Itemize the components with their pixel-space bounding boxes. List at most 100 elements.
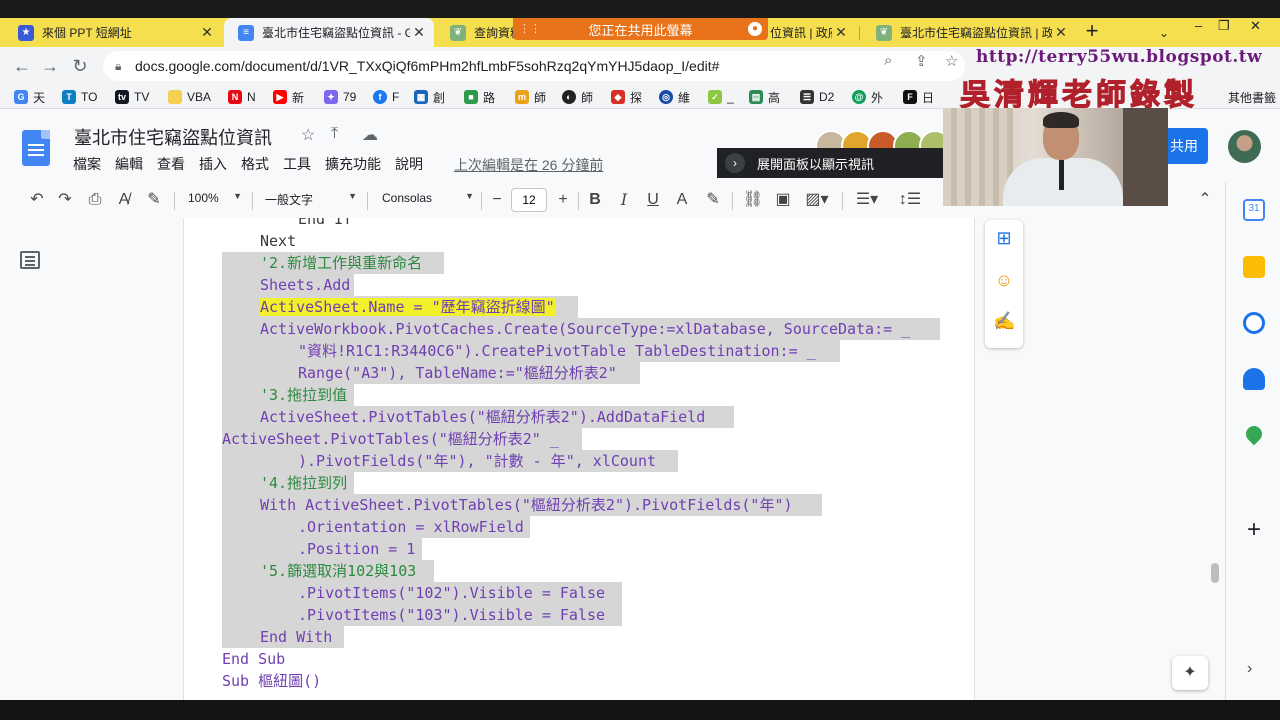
bold-icon[interactable]: B bbox=[585, 190, 605, 210]
code-line: .Orientation = xlRowField bbox=[222, 516, 530, 538]
menu-extensions[interactable]: 擴充功能 bbox=[325, 154, 381, 174]
bookmark-item[interactable]: ▦ 創 bbox=[414, 88, 445, 106]
contacts-icon[interactable] bbox=[1243, 368, 1265, 390]
cloud-status-icon[interactable]: ☁ bbox=[362, 125, 378, 145]
code-line: "資料!R1C1:R3440C6").CreatePivotTable Tabl… bbox=[222, 340, 840, 362]
font-select[interactable]: Consolas ▼ bbox=[382, 191, 474, 205]
maximize-icon[interactable]: ❐ bbox=[1218, 18, 1230, 34]
print-icon[interactable]: ⎙ bbox=[85, 190, 105, 210]
star-icon[interactable]: ☆ bbox=[301, 125, 315, 145]
stop-share-icon[interactable]: ● bbox=[748, 22, 762, 36]
get-addons-icon[interactable]: + bbox=[1243, 516, 1265, 544]
share-page-icon[interactable]: ⇪ bbox=[915, 52, 928, 70]
insert-image-icon[interactable]: ▨▾ bbox=[800, 190, 834, 210]
minimize-icon[interactable]: – bbox=[1195, 18, 1202, 33]
add-comment-icon[interactable]: ⊞ bbox=[993, 227, 1015, 249]
bookmark-item[interactable]: fF bbox=[373, 88, 399, 106]
text-color-icon[interactable]: A bbox=[672, 190, 692, 210]
menu-insert[interactable]: 插入 bbox=[199, 154, 227, 174]
document-outline-icon[interactable] bbox=[20, 251, 40, 269]
bookmark-item[interactable]: ■ 路 bbox=[464, 88, 495, 106]
underline-icon[interactable]: U bbox=[643, 190, 663, 210]
menu-tools[interactable]: 工具 bbox=[283, 154, 311, 174]
decrease-font-size-button[interactable]: − bbox=[487, 190, 507, 210]
chevron-right-icon[interactable]: › bbox=[725, 153, 745, 173]
emoji-reaction-icon[interactable]: ☺ bbox=[993, 269, 1015, 291]
forward-icon[interactable]: → bbox=[39, 55, 61, 77]
expand-panel-tooltip[interactable]: › 展開面板以顯示視訊 bbox=[717, 148, 957, 178]
drag-handle-icon[interactable]: ⋮⋮ bbox=[519, 22, 541, 35]
suggest-edits-icon[interactable]: ✍ bbox=[993, 310, 1015, 332]
menu-view[interactable]: 查看 bbox=[157, 154, 185, 174]
user-avatar[interactable] bbox=[1228, 130, 1261, 163]
bookmark-item[interactable]: ◐ 師 bbox=[562, 88, 593, 106]
bookmark-item[interactable]: m師 bbox=[515, 88, 546, 106]
netflix-icon: N bbox=[228, 90, 242, 104]
bookmark-item[interactable]: ◆ 探 bbox=[611, 88, 642, 106]
comment-icon[interactable]: ▣ bbox=[772, 190, 794, 210]
tab-gov-data-1[interactable]: 位資訊 | 政府 ✕ bbox=[768, 18, 856, 47]
close-icon[interactable]: ✕ bbox=[1052, 24, 1070, 41]
menu-file[interactable]: 檔案 bbox=[73, 154, 101, 174]
menu-help[interactable]: 說明 bbox=[395, 154, 423, 174]
increase-font-size-button[interactable]: + bbox=[553, 190, 573, 210]
other-bookmarks[interactable]: 其他書籤 bbox=[1228, 88, 1276, 106]
tab-query-data[interactable]: ❦ 查詢資料 bbox=[436, 18, 516, 47]
bookmark-item[interactable]: T TO bbox=[62, 88, 97, 106]
paint-format-icon[interactable]: ✎ bbox=[144, 190, 164, 210]
bookmark-item[interactable]: NN bbox=[228, 88, 256, 106]
bookmark-item[interactable]: @ 外 bbox=[852, 88, 883, 106]
explore-icon[interactable]: ✦ bbox=[1172, 656, 1208, 690]
align-icon[interactable]: ☰▾ bbox=[850, 190, 884, 210]
move-folder-icon[interactable]: ⤒ bbox=[331, 125, 338, 143]
screen-share-notice[interactable]: ⋮⋮ 您正在共用此螢幕 ● bbox=[513, 18, 768, 40]
bookmark-item[interactable]: ☰ D2 bbox=[800, 88, 834, 106]
document-page[interactable]: End If Next '2.新增工作與重新命名 Sheets.Add Acti… bbox=[183, 218, 975, 700]
hide-menus-chevron-up-icon[interactable]: ⌃ bbox=[1195, 190, 1215, 210]
bookmark-item[interactable]: G天 bbox=[14, 88, 45, 106]
bookmark-item[interactable]: ▤ 高 bbox=[749, 88, 780, 106]
last-edit-link[interactable]: 上次編輯是在 26 分鐘前 bbox=[454, 155, 603, 175]
zoom-select[interactable]: 100% ▼ bbox=[188, 191, 242, 205]
italic-icon[interactable]: I bbox=[614, 190, 634, 210]
redo-icon[interactable]: ↷ bbox=[55, 190, 75, 210]
new-tab-button[interactable]: + bbox=[1080, 20, 1104, 44]
font-size-input[interactable]: 12 bbox=[511, 188, 547, 212]
undo-icon[interactable]: ↶ bbox=[27, 190, 47, 210]
menu-edit[interactable]: 編輯 bbox=[115, 154, 143, 174]
tab-search-icon[interactable]: ⌄ bbox=[1152, 22, 1176, 44]
back-icon[interactable]: ← bbox=[11, 55, 33, 77]
highlight-color-icon[interactable]: ✎ bbox=[703, 190, 723, 210]
bookmark-item[interactable]: F日 bbox=[903, 88, 934, 106]
document-title[interactable]: 臺北市住宅竊盜點位資訊 bbox=[74, 124, 272, 150]
tab-ppt-shorturl[interactable]: ★ 來個 PPT 短網址 ✕ bbox=[4, 18, 222, 47]
bookmark-item[interactable]: tv TV bbox=[115, 88, 149, 106]
link-icon[interactable]: ⛓ bbox=[742, 190, 764, 210]
maps-icon[interactable] bbox=[1242, 422, 1266, 446]
menu-format[interactable]: 格式 bbox=[241, 154, 269, 174]
close-icon[interactable]: ✕ bbox=[832, 24, 850, 41]
bookmark-item[interactable]: ◎ 維 bbox=[659, 88, 690, 106]
tasks-icon[interactable] bbox=[1243, 312, 1265, 334]
scrollbar-thumb[interactable] bbox=[1211, 563, 1219, 583]
bookmark-item[interactable]: VBA bbox=[168, 88, 211, 106]
tab-gov-data-2[interactable]: ❦ 臺北市住宅竊盜點位資訊 | 政府 ✕ bbox=[862, 18, 1076, 47]
zoom-icon[interactable]: ⌕ bbox=[884, 52, 892, 69]
tab-google-docs[interactable]: ≡ 臺北市住宅竊盜點位資訊 - Go ✕ bbox=[224, 18, 434, 47]
bookmark-item[interactable]: ✓ _ bbox=[708, 88, 734, 106]
close-icon[interactable]: ✕ bbox=[410, 24, 428, 41]
style-select[interactable]: 一般文字 ▼ bbox=[265, 191, 357, 208]
bookmark-item[interactable]: ✦ 79 bbox=[324, 88, 356, 106]
address-bar[interactable]: 🔒︎ docs.google.com/document/d/1VR_TXxQiQ… bbox=[103, 51, 965, 81]
docs-logo-icon[interactable] bbox=[22, 130, 50, 166]
window-close-icon[interactable]: ✕ bbox=[1250, 18, 1261, 34]
bookmark-star-icon[interactable]: ☆ bbox=[945, 52, 958, 70]
show-side-panel-icon[interactable]: › bbox=[1247, 660, 1252, 678]
close-icon[interactable]: ✕ bbox=[198, 24, 216, 41]
spellcheck-icon[interactable]: A̸ bbox=[114, 190, 134, 210]
bookmark-item[interactable]: ▶ 新 bbox=[273, 88, 304, 106]
reload-icon[interactable]: ↻ bbox=[69, 55, 91, 77]
keep-icon[interactable] bbox=[1243, 256, 1265, 278]
calendar-icon[interactable]: 31 bbox=[1243, 199, 1265, 221]
line-spacing-icon[interactable]: ↕☰ bbox=[898, 190, 922, 210]
